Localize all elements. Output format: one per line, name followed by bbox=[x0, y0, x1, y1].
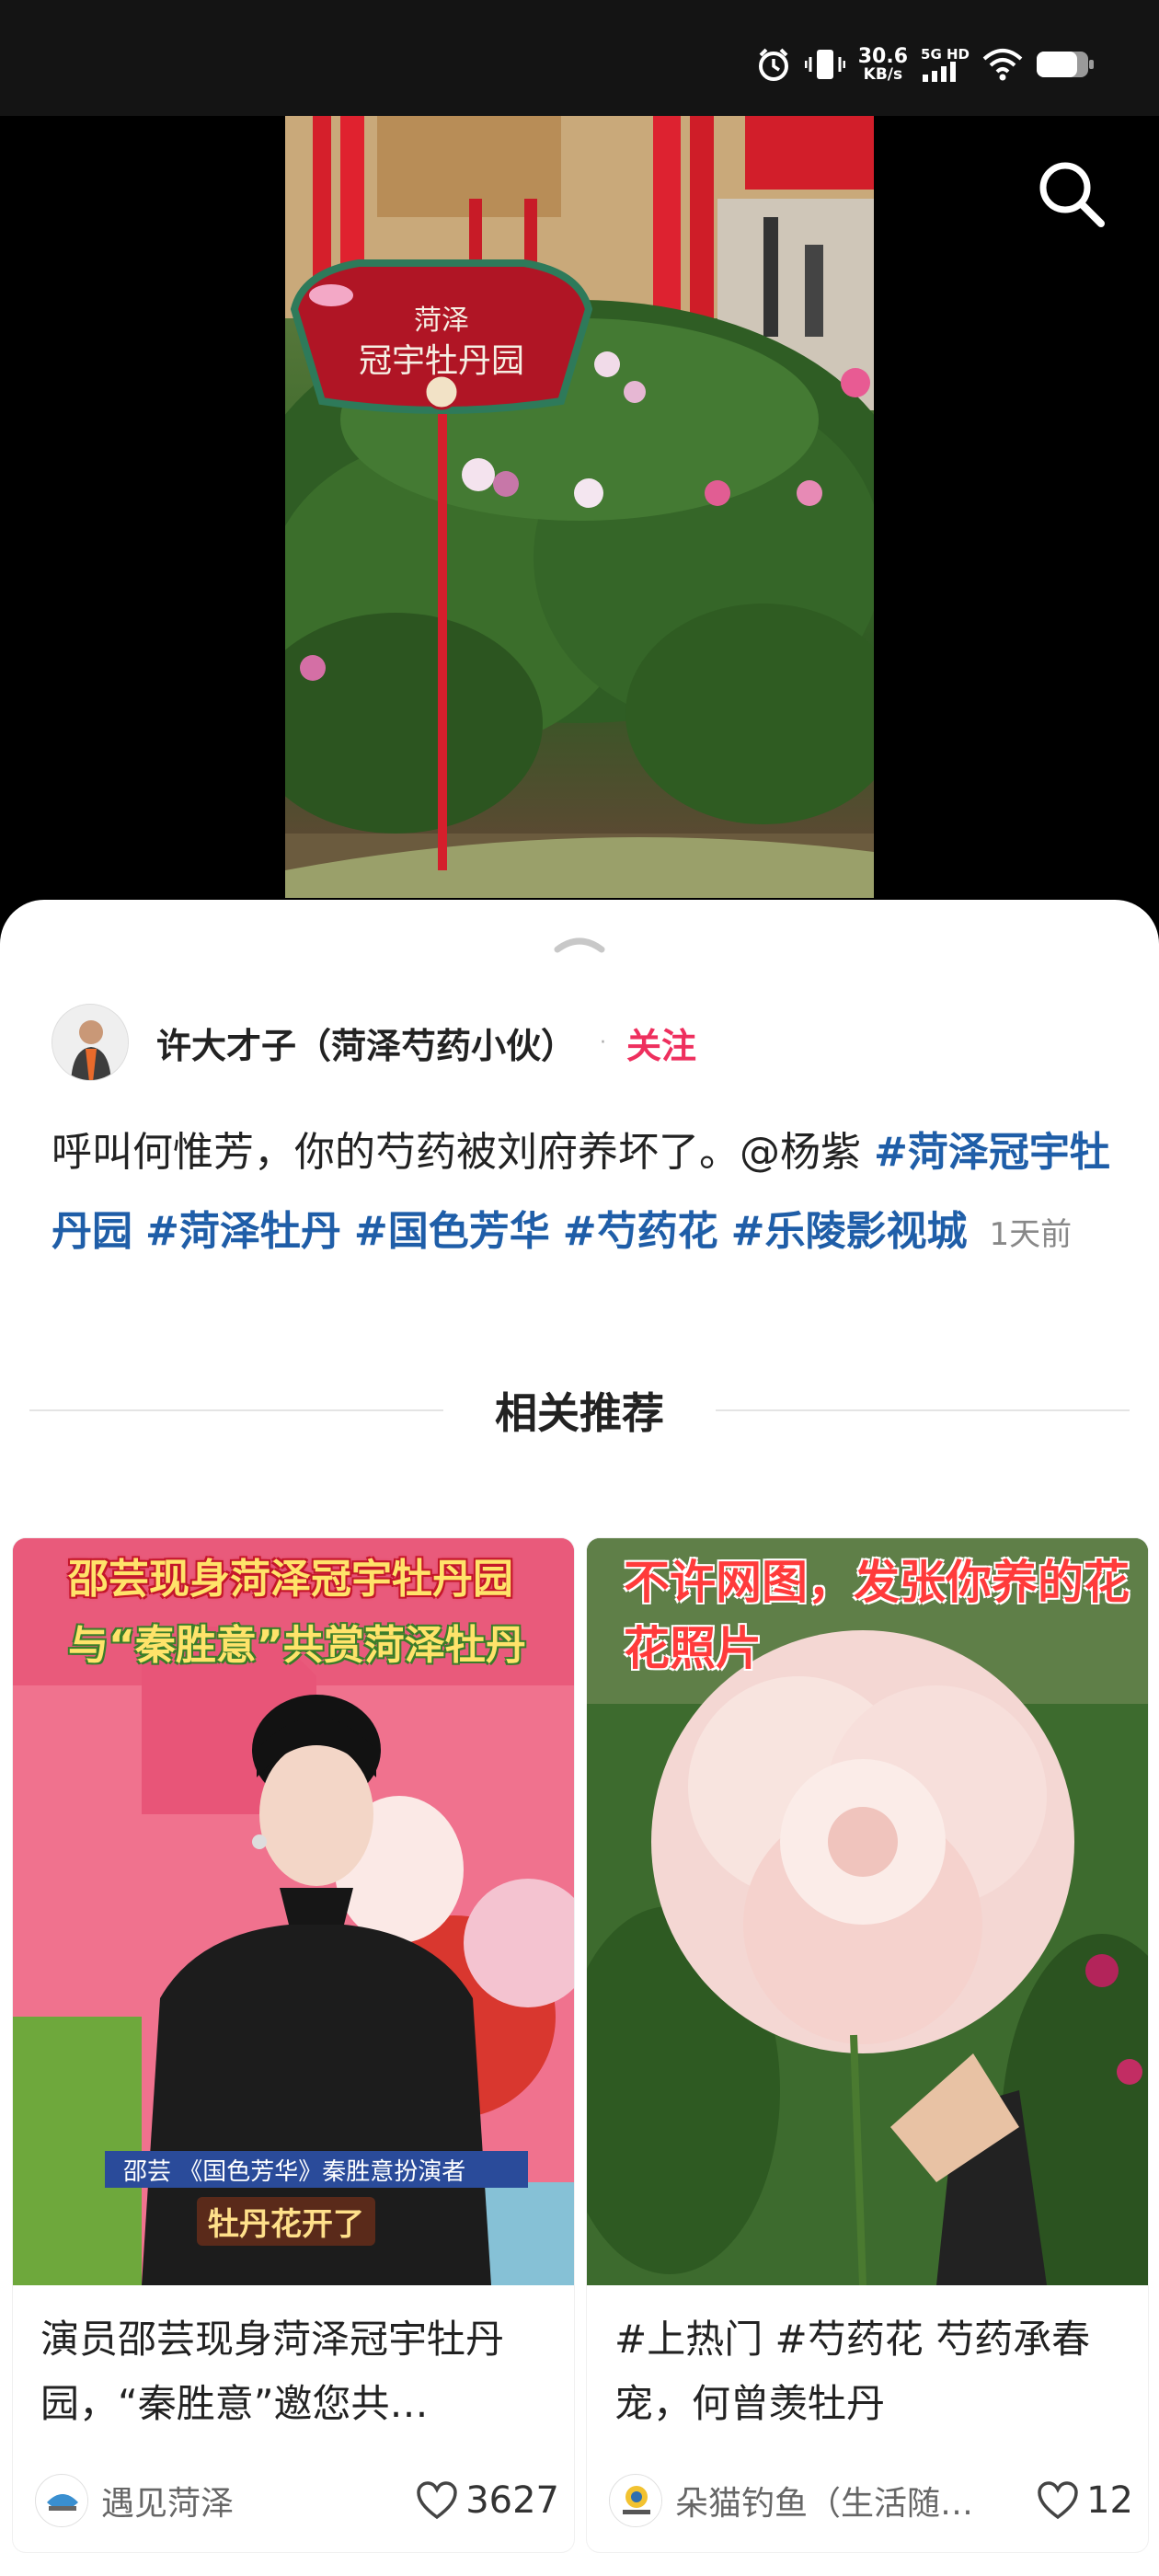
alarm-icon bbox=[758, 48, 788, 81]
sign-text-line1: 菏泽 bbox=[414, 305, 469, 337]
card-thumbnail[interactable]: 邵芸现身菏泽冠宇牡丹园 与“秦胜意”共赏菏泽牡丹 邵芸 《国色芳华》秦胜意扮演者… bbox=[13, 1538, 574, 2285]
sign-text-line2: 冠宇牡丹园 bbox=[359, 342, 524, 380]
person-avatar-icon bbox=[52, 1005, 128, 1080]
follow-button[interactable]: 关注 bbox=[626, 1018, 696, 1068]
like-count[interactable]: 3627 bbox=[416, 2479, 559, 2522]
like-count[interactable]: 12 bbox=[1037, 2479, 1133, 2522]
search-icon bbox=[1039, 162, 1105, 227]
author-name[interactable]: 许大才子（菏泽芍药小伙） bbox=[156, 1018, 576, 1068]
post-text: 呼叫何惟芳，你的芍药被刘府养坏了。@杨紫 bbox=[52, 1129, 874, 1176]
status-icons: 30.6 KB/s 5G HD bbox=[755, 46, 1095, 83]
heart-icon bbox=[1038, 2481, 1078, 2520]
card-author-name[interactable]: 朵猫钓鱼（生活随… bbox=[675, 2477, 1037, 2524]
hashtag-link[interactable]: #国色芳华 bbox=[354, 1208, 550, 1255]
divider bbox=[716, 1409, 1130, 1411]
wifi-icon bbox=[982, 49, 1023, 81]
heart-icon bbox=[417, 2481, 457, 2520]
card-author-name[interactable]: 遇见菏泽 bbox=[101, 2477, 416, 2524]
collapse-handle-icon[interactable] bbox=[552, 929, 607, 957]
like-count-value: 3627 bbox=[465, 2479, 559, 2522]
card-footer: 遇见菏泽 3627 bbox=[35, 2473, 559, 2528]
card-footer: 朵猫钓鱼（生活随… 12 bbox=[609, 2473, 1133, 2528]
network-type: 5G HD bbox=[921, 45, 970, 82]
like-count-value: 12 bbox=[1086, 2479, 1133, 2522]
hashtag-link[interactable]: #芍药花 bbox=[563, 1208, 718, 1255]
speed-value: 30.6 bbox=[857, 44, 909, 68]
status-bar: 30.6 KB/s 5G HD bbox=[0, 0, 1159, 116]
speed-unit: KB/s bbox=[863, 64, 903, 84]
vibrate-icon bbox=[804, 50, 845, 79]
video-frame[interactable]: 菏泽 冠宇牡丹园 bbox=[285, 116, 874, 898]
signal-icon bbox=[923, 61, 957, 82]
comment-sheet: 许大才子（菏泽芍药小伙） · 关注 呼叫何惟芳，你的芍药被刘府养坏了。@杨紫 #… bbox=[0, 900, 1159, 2576]
card-thumbnail[interactable]: 不许网图，发张你养的花花照片 bbox=[587, 1538, 1148, 2285]
author-avatar[interactable] bbox=[52, 1004, 129, 1081]
search-button[interactable] bbox=[1030, 153, 1113, 236]
recommend-card[interactable]: 不许网图，发张你养的花花照片 #上热门 #芍药花 芍药承春宠，何曾羡牡丹 朵猫钓… bbox=[587, 1538, 1148, 2552]
logo-icon bbox=[37, 2476, 87, 2526]
logo-icon bbox=[611, 2476, 661, 2526]
battery-icon bbox=[1037, 52, 1094, 77]
network-type-label: 5G HD bbox=[921, 45, 970, 63]
network-speed: 30.6 KB/s bbox=[857, 44, 909, 84]
post-time: 1天前 bbox=[989, 1216, 1073, 1253]
card-title[interactable]: #上热门 #芍药花 芍药承春宠，何曾羡牡丹 bbox=[614, 2307, 1130, 2436]
hashtag-link[interactable]: #菏泽牡丹 bbox=[145, 1208, 341, 1255]
author-row: 许大才子（菏泽芍药小伙） · 关注 bbox=[52, 1003, 1109, 1082]
thumbnail-headline: 不许网图，发张你养的花花照片 bbox=[624, 1556, 1130, 1675]
peony-garden-scene: 菏泽 冠宇牡丹园 bbox=[285, 116, 874, 898]
hashtag-link[interactable]: #乐陵影视城 bbox=[731, 1208, 968, 1255]
recommend-header: 相关推荐 bbox=[29, 1378, 1130, 1443]
video-player[interactable]: 菏泽 冠宇牡丹园 bbox=[0, 116, 1159, 926]
recommend-title: 相关推荐 bbox=[495, 1388, 664, 1438]
thumbnail-headline: 邵芸现身菏泽冠宇牡丹园 bbox=[68, 1556, 513, 1603]
card-author-avatar[interactable] bbox=[609, 2474, 662, 2527]
recommend-card[interactable]: 邵芸现身菏泽冠宇牡丹园 与“秦胜意”共赏菏泽牡丹 邵芸 《国色芳华》秦胜意扮演者… bbox=[13, 1538, 574, 2552]
post-caption: 呼叫何惟芳，你的芍药被刘府养坏了。@杨紫 #菏泽冠宇牡丹园 #菏泽牡丹 #国色芳… bbox=[52, 1113, 1119, 1274]
card-title[interactable]: 演员邵芸现身菏泽冠宇牡丹园，“秦胜意”邀您共… bbox=[40, 2307, 556, 2436]
thumbnail-subtitle: 牡丹花开了 bbox=[197, 2197, 375, 2246]
card-author-avatar[interactable] bbox=[35, 2474, 88, 2527]
divider bbox=[29, 1409, 443, 1411]
separator-dot: · bbox=[600, 1030, 607, 1054]
thumbnail-caption: 邵芸 《国色芳华》秦胜意扮演者 bbox=[105, 2151, 528, 2188]
thumbnail-subheadline: 与“秦胜意”共赏菏泽牡丹 bbox=[68, 1622, 526, 1669]
